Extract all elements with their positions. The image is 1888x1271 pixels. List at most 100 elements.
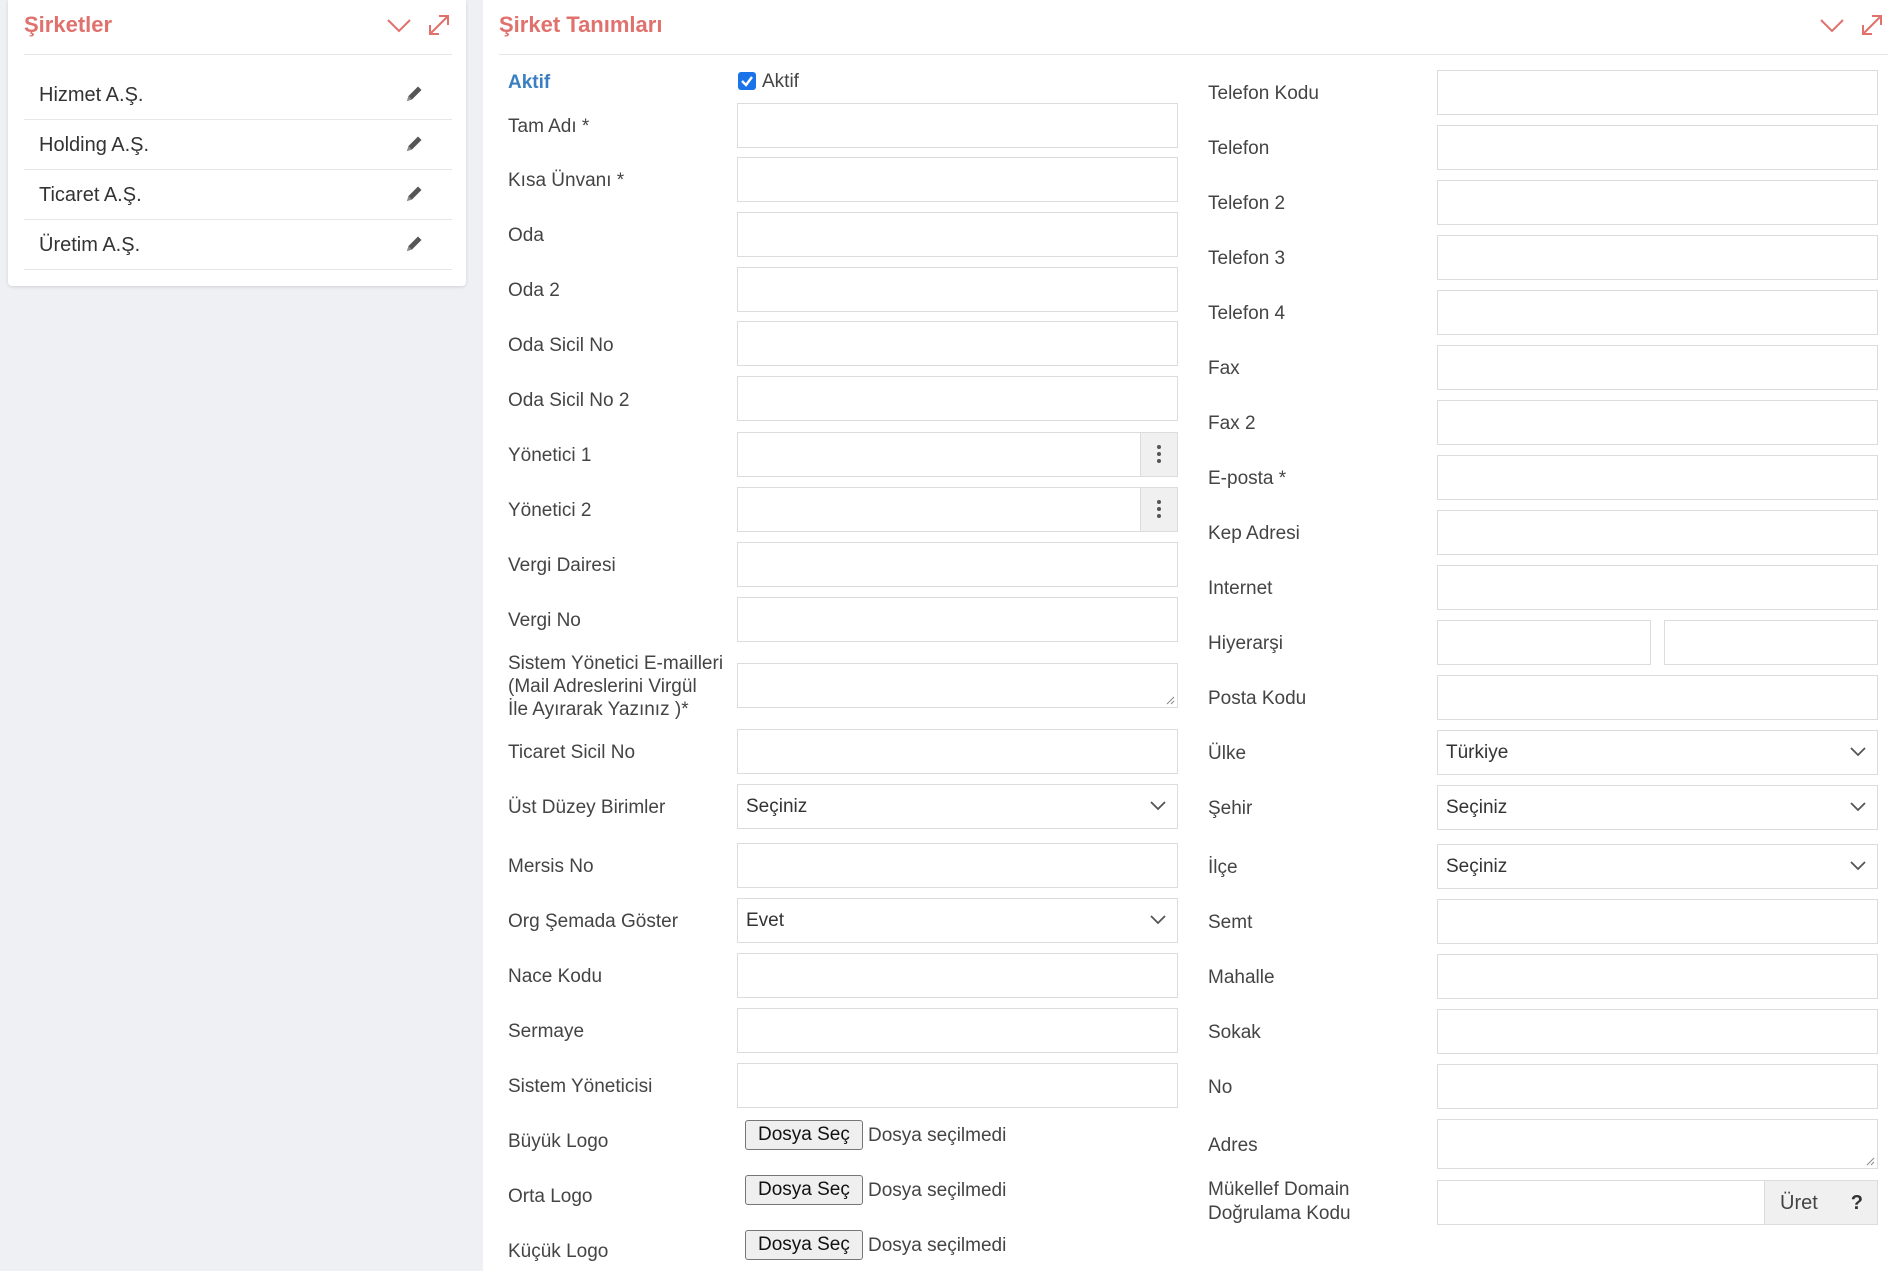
trade-reg-no-input[interactable]	[737, 729, 1178, 774]
company-item[interactable]: Üretim A.Ş.	[24, 220, 452, 270]
top-units-select[interactable]: Seçiniz	[737, 784, 1178, 829]
tax-office-label: Vergi Dairesi	[508, 555, 616, 576]
country-select[interactable]: Türkiye	[1437, 730, 1878, 775]
phone2-input[interactable]	[1437, 180, 1878, 225]
pencil-icon[interactable]	[404, 184, 424, 204]
street-input[interactable]	[1437, 1009, 1878, 1054]
header-divider	[24, 54, 452, 55]
company-item[interactable]: Hizmet A.Ş.	[24, 70, 452, 120]
active-checkbox-label: Aktif	[762, 71, 799, 92]
neighborhood-area-input[interactable]	[1437, 899, 1878, 944]
collapse-chevron-icon[interactable]	[1819, 12, 1845, 38]
pencil-icon[interactable]	[404, 134, 424, 154]
country-label: Ülke	[1208, 743, 1247, 764]
medium-logo-file-status: Dosya seçilmedi	[868, 1180, 1007, 1201]
district-label: İlçe	[1208, 857, 1238, 878]
short-title-input[interactable]	[737, 157, 1178, 202]
tax-no-label: Vergi No	[508, 610, 581, 631]
phone4-input[interactable]	[1437, 290, 1878, 335]
company-name: Ticaret A.Ş.	[39, 184, 142, 206]
company-list: Hizmet A.Ş. Holding A.Ş. Ticaret A.Ş. Ür…	[24, 70, 452, 270]
capital-input[interactable]	[737, 1008, 1178, 1053]
manager1-more-button[interactable]	[1140, 433, 1177, 476]
address-label: Adres	[1208, 1135, 1258, 1156]
city-label: Şehir	[1208, 798, 1253, 819]
expand-icon[interactable]	[1859, 12, 1885, 38]
short-title-label: Kısa Ünvanı *	[508, 170, 625, 191]
full-name-input[interactable]	[737, 103, 1178, 148]
manager2-more-button[interactable]	[1140, 488, 1177, 531]
company-name: Hizmet A.Ş.	[39, 84, 144, 106]
tax-no-input[interactable]	[737, 597, 1178, 642]
kep-address-input[interactable]	[1437, 510, 1878, 555]
phone3-label: Telefon 3	[1208, 248, 1286, 269]
collapse-chevron-icon[interactable]	[386, 12, 412, 38]
district-select[interactable]: Seçiniz	[1437, 844, 1878, 889]
phone-label: Telefon	[1208, 138, 1270, 159]
street-label: Sokak	[1208, 1022, 1261, 1043]
system-admin-input[interactable]	[737, 1063, 1178, 1108]
pencil-icon[interactable]	[404, 234, 424, 254]
large-logo-label: Büyük Logo	[508, 1131, 609, 1152]
mersis-no-input[interactable]	[737, 843, 1178, 888]
chamber-input[interactable]	[737, 212, 1178, 257]
city-select[interactable]: Seçiniz	[1437, 785, 1878, 830]
org-chart-show-select[interactable]: Evet	[737, 898, 1178, 943]
neighborhood-area-label: Semt	[1208, 912, 1253, 933]
header-divider	[499, 54, 1888, 55]
phone-code-label: Telefon Kodu	[1208, 83, 1319, 104]
admin-emails-textarea[interactable]	[737, 663, 1178, 708]
large-logo-file-status: Dosya seçilmedi	[868, 1125, 1007, 1146]
phone2-label: Telefon 2	[1208, 193, 1286, 214]
phone-input[interactable]	[1437, 125, 1878, 170]
medium-logo-file-button[interactable]: Dosya Seç	[745, 1175, 863, 1205]
manager2-input[interactable]	[737, 487, 1178, 532]
generate-button-label: Üret	[1780, 1192, 1818, 1214]
address-textarea[interactable]	[1437, 1119, 1878, 1169]
hierarchy-input-1[interactable]	[1437, 620, 1651, 665]
chamber-reg-no2-input[interactable]	[737, 376, 1178, 421]
fax-input[interactable]	[1437, 345, 1878, 390]
full-name-label: Tam Adı *	[508, 116, 590, 137]
company-name: Üretim A.Ş.	[39, 234, 141, 256]
generate-button[interactable]: Üret ?	[1764, 1180, 1878, 1225]
chevron-down-icon	[1150, 915, 1166, 925]
hierarchy-input-2[interactable]	[1664, 620, 1878, 665]
expand-icon[interactable]	[426, 12, 452, 38]
admin-emails-label-line1: Sistem Yönetici E-mailleri	[508, 653, 724, 674]
company-item[interactable]: Holding A.Ş.	[24, 120, 452, 170]
help-button[interactable]: ?	[1851, 1192, 1863, 1215]
domain-code-input[interactable]	[1437, 1180, 1765, 1225]
admin-emails-label-line2: (Mail Adreslerini Virgül	[508, 676, 697, 697]
top-units-label: Üst Düzey Birimler	[508, 797, 666, 818]
manager1-label: Yönetici 1	[508, 445, 592, 466]
chamber2-label: Oda 2	[508, 280, 560, 301]
phone3-input[interactable]	[1437, 235, 1878, 280]
active-label: Aktif	[508, 72, 551, 93]
fax-label: Fax	[1208, 358, 1240, 379]
manager1-input[interactable]	[737, 432, 1178, 477]
company-item[interactable]: Ticaret A.Ş.	[24, 170, 452, 220]
nace-code-input[interactable]	[737, 953, 1178, 998]
capital-label: Sermaye	[508, 1021, 585, 1042]
large-logo-file-button[interactable]: Dosya Seç	[745, 1120, 863, 1150]
kep-address-label: Kep Adresi	[1208, 523, 1300, 544]
postal-code-input[interactable]	[1437, 675, 1878, 720]
small-logo-file-button[interactable]: Dosya Seç	[745, 1230, 863, 1260]
fax2-input[interactable]	[1437, 400, 1878, 445]
domain-code-label-line2: Doğrulama Kodu	[1208, 1203, 1351, 1224]
pencil-icon[interactable]	[404, 84, 424, 104]
tax-office-input[interactable]	[737, 542, 1178, 587]
chamber-reg-no-input[interactable]	[737, 321, 1178, 366]
company-definitions-title: Şirket Tanımları	[499, 12, 663, 37]
active-checkbox[interactable]	[738, 72, 756, 90]
nace-code-label: Nace Kodu	[508, 966, 603, 987]
chamber2-input[interactable]	[737, 267, 1178, 312]
phone-code-input[interactable]	[1437, 70, 1878, 115]
number-input[interactable]	[1437, 1064, 1878, 1109]
email-label: E-posta *	[1208, 468, 1287, 489]
small-logo-file-status: Dosya seçilmedi	[868, 1235, 1007, 1256]
internet-input[interactable]	[1437, 565, 1878, 610]
quarter-input[interactable]	[1437, 954, 1878, 999]
email-input[interactable]	[1437, 455, 1878, 500]
